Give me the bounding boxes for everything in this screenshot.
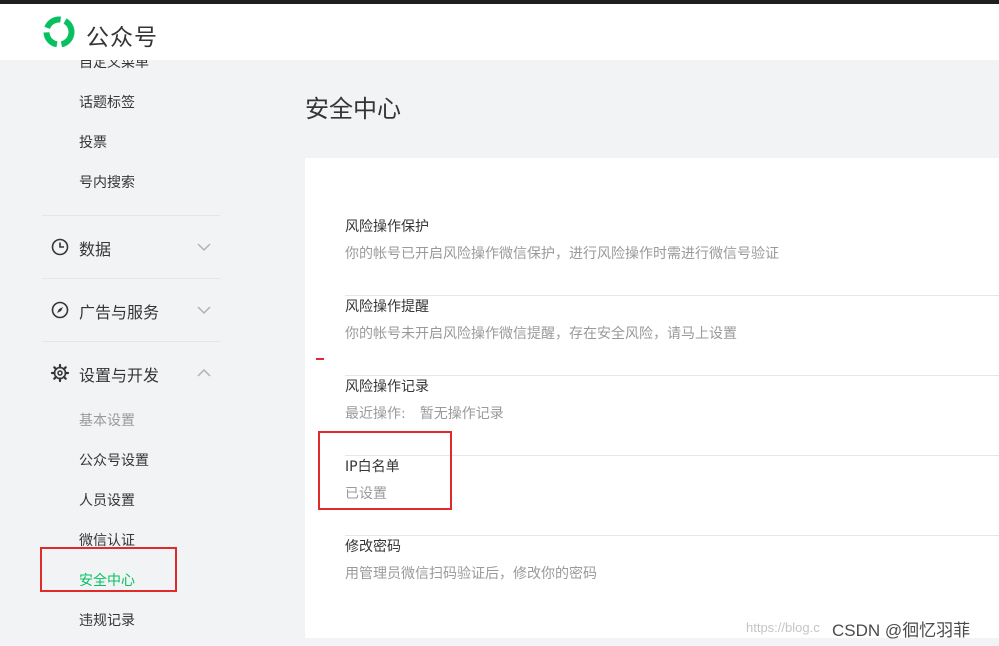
sidebar-item-violation-records[interactable]: 违规记录 <box>79 610 135 630</box>
gear-icon <box>50 363 70 383</box>
row-description: 最近操作: 暂无操作记录 <box>345 403 504 423</box>
sidebar-divider <box>42 341 220 342</box>
sidebar-menu-settings-dev[interactable]: 设置与开发 <box>50 360 220 386</box>
brand-title[interactable]: 公众号 <box>86 18 158 52</box>
chevron-up-icon <box>197 368 211 377</box>
row-title: 风险操作保护 <box>345 219 429 235</box>
sidebar-item-account-settings[interactable]: 公众号设置 <box>79 450 149 470</box>
wechat-mp-logo-icon[interactable] <box>42 15 76 49</box>
clock-icon <box>51 238 69 256</box>
sidebar-divider <box>42 215 220 216</box>
list-item-risk-reminder[interactable]: 风险操作提醒 你的帐号未开启风险操作微信提醒，存在安全风险，请马上设置 <box>345 296 999 376</box>
annotation-mark <box>316 358 324 360</box>
chevron-down-icon <box>197 243 211 252</box>
menu-label: 设置与开发 <box>79 366 160 385</box>
sidebar-item-topic-tags[interactable]: 话题标签 <box>79 92 135 112</box>
row-title: 修改密码 <box>345 539 401 555</box>
row-description: 用管理员微信扫码验证后，修改你的密码 <box>345 566 597 582</box>
watermark-url: https://blog.c <box>746 620 820 635</box>
list-item-risk-protection[interactable]: 风险操作保护 你的帐号已开启风险操作微信保护，进行风险操作时需进行微信号验证 <box>345 216 999 296</box>
top-header: 公众号 <box>0 4 999 60</box>
sidebar-item-in-account-search[interactable]: 号内搜索 <box>79 172 135 192</box>
row-title: 风险操作记录 <box>345 379 429 395</box>
sidebar-menu-ads-services[interactable]: 广告与服务 <box>50 297 220 323</box>
list-item-change-password[interactable]: 修改密码 用管理员微信扫码验证后，修改你的密码 <box>345 536 999 616</box>
row-description: 你的帐号已开启风险操作微信保护，进行风险操作时需进行微信号验证 <box>345 246 779 262</box>
watermark-text: CSDN @徊忆羽菲 <box>832 621 971 640</box>
sidebar-item-custom-menu[interactable]: 自定义菜单 <box>79 60 149 72</box>
security-settings-card: 风险操作保护 你的帐号已开启风险操作微信保护，进行风险操作时需进行微信号验证 风… <box>305 158 999 638</box>
chevron-down-icon <box>197 306 211 315</box>
compass-icon <box>51 301 69 319</box>
annotation-highlight-box <box>40 547 177 592</box>
row-description: 你的帐号未开启风险操作微信提醒，存在安全风险，请马上设置 <box>345 326 737 342</box>
sidebar-item-member-settings[interactable]: 人员设置 <box>79 490 135 510</box>
sidebar-item-basic-settings[interactable]: 基本设置 <box>79 410 135 430</box>
recent-ops-label: 最近操作: <box>345 406 406 422</box>
row-title: 风险操作提醒 <box>345 299 429 315</box>
sidebar-item-vote[interactable]: 投票 <box>79 132 107 152</box>
sidebar-menu-data[interactable]: 数据 <box>50 234 220 260</box>
menu-label: 广告与服务 <box>79 303 160 322</box>
recent-ops-value: 暂无操作记录 <box>419 406 504 422</box>
annotation-highlight-box <box>318 431 452 510</box>
page-title: 安全中心 <box>305 95 401 123</box>
menu-label: 数据 <box>79 240 112 259</box>
sidebar-divider <box>42 278 220 279</box>
